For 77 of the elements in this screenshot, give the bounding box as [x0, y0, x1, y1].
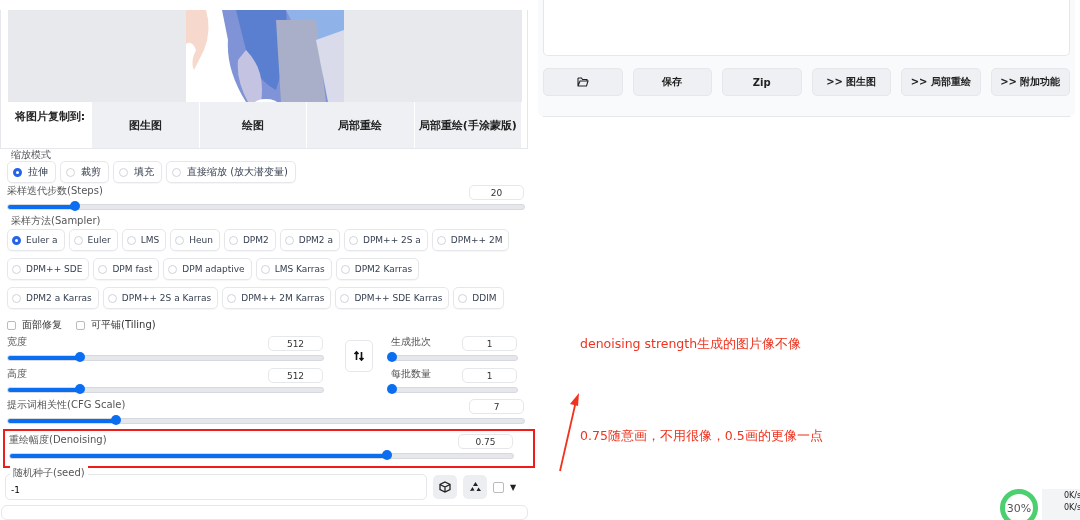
copy-to-label: 将图片复制到: [13, 109, 87, 125]
radio-option[interactable]: DPM fast [93, 258, 160, 280]
annotation-text: denoising strength生成的图片像不像 [580, 336, 802, 353]
radio-option[interactable]: 直接缩放 (放大潜变量) [166, 161, 296, 183]
output-action-button[interactable]: >> 附加功能 [990, 68, 1070, 96]
radio-option[interactable]: DPM++ 2M Karras [222, 287, 332, 309]
radio-option[interactable]: DPM++ 2S a Karras [102, 287, 219, 309]
slider-track[interactable] [7, 418, 525, 424]
slider-thumb[interactable] [70, 201, 81, 211]
expand-toggle[interactable]: ▼ [510, 482, 517, 492]
slider-label: 每批数量 [391, 368, 431, 380]
radio-option[interactable]: 拉伸 [7, 161, 56, 183]
slider-track[interactable] [7, 387, 324, 393]
slider-label: 宽度 [7, 336, 27, 348]
output-action-button[interactable]: >> 局部重绘 [901, 68, 981, 96]
swap-button[interactable] [345, 340, 373, 372]
send-to-button[interactable]: 图生图 [92, 102, 200, 148]
number-field[interactable]: 7 [469, 399, 524, 414]
folder-icon [576, 77, 589, 87]
radio-option[interactable]: LMS [121, 229, 167, 251]
radio-option[interactable]: Euler [68, 229, 118, 251]
checkbox-option[interactable]: 可平铺(Tiling) [76, 319, 156, 331]
checkbox[interactable] [493, 481, 504, 493]
slider-thumb[interactable] [75, 384, 86, 394]
dice-button[interactable] [433, 475, 457, 499]
radio-option[interactable]: 填充 [113, 161, 162, 183]
slider-thumb[interactable] [387, 352, 397, 362]
slider-label: 高度 [7, 368, 27, 380]
send-to-button[interactable]: 局部重绘 [307, 102, 415, 148]
radio-option[interactable]: DPM2 [223, 229, 276, 251]
slider-label: 重绘幅度(Denoising) [9, 434, 107, 446]
open-folder-button[interactable] [543, 68, 623, 96]
radio-option[interactable]: DPM++ SDE Karras [335, 287, 450, 309]
radio-option[interactable]: DPM++ SDE [7, 258, 90, 280]
number-field[interactable]: 1 [462, 368, 517, 383]
output-action-button[interactable]: 保存 [632, 68, 712, 96]
usage-meter: 30% [1000, 489, 1038, 520]
number-field[interactable]: 512 [268, 368, 323, 383]
radio-option[interactable]: DPM2 a Karras [7, 287, 99, 309]
sampler-label: 采样方法(Sampler) [11, 215, 102, 226]
slider-label: 生成批次 [391, 336, 431, 348]
number-field[interactable]: 0.75 [458, 434, 513, 449]
radio-option[interactable]: DPM2 a [279, 229, 340, 251]
resize-mode-label: 缩放模式 [11, 149, 52, 160]
download-speed: 0K/s [1064, 503, 1080, 512]
radio-option[interactable]: DPM2 Karras [335, 258, 420, 280]
slider-label: 提示词相关性(CFG Scale) [7, 399, 126, 411]
radio-option[interactable]: LMS Karras [255, 258, 332, 280]
annotation-text: 0.75随意画，不用很像，0.5画的更像一点 [580, 428, 823, 445]
upload-speed: 0K/s [1064, 491, 1080, 500]
radio-option[interactable]: DPM++ 2M [431, 229, 510, 251]
radio-option[interactable]: Heun [170, 229, 220, 251]
slider-track[interactable] [9, 453, 514, 459]
number-field[interactable]: 20 [469, 185, 524, 200]
radio-option[interactable]: DDIM [453, 287, 504, 309]
number-field[interactable]: 1 [462, 336, 517, 351]
slider-thumb[interactable] [111, 415, 122, 425]
send-to-button[interactable]: 绘图 [199, 102, 307, 148]
slider-thumb[interactable] [387, 384, 397, 394]
radio-option[interactable]: 裁剪 [60, 161, 109, 183]
send-to-button[interactable]: 局部重绘(手涂蒙版) [414, 102, 522, 148]
radio-option[interactable]: DPM++ 2S a [343, 229, 428, 251]
slider-track[interactable] [7, 355, 324, 361]
swap-icon [353, 350, 365, 362]
radio-option[interactable]: DPM adaptive [163, 258, 252, 280]
slider-track[interactable] [7, 204, 525, 210]
radio-option[interactable]: Euler a [7, 229, 65, 251]
recycle-icon [468, 481, 482, 493]
slider-label: 采样迭代步数(Steps) [7, 185, 103, 197]
slider-thumb[interactable] [382, 450, 393, 460]
output-action-button[interactable]: >> 图生图 [811, 68, 891, 96]
slider-thumb[interactable] [75, 352, 86, 362]
number-field[interactable]: 512 [268, 336, 323, 351]
output-action-button[interactable]: Zip [722, 68, 802, 96]
cube-icon [439, 481, 451, 493]
recycle-button[interactable] [463, 475, 487, 499]
checkbox-option[interactable]: 面部修复 [7, 319, 62, 331]
